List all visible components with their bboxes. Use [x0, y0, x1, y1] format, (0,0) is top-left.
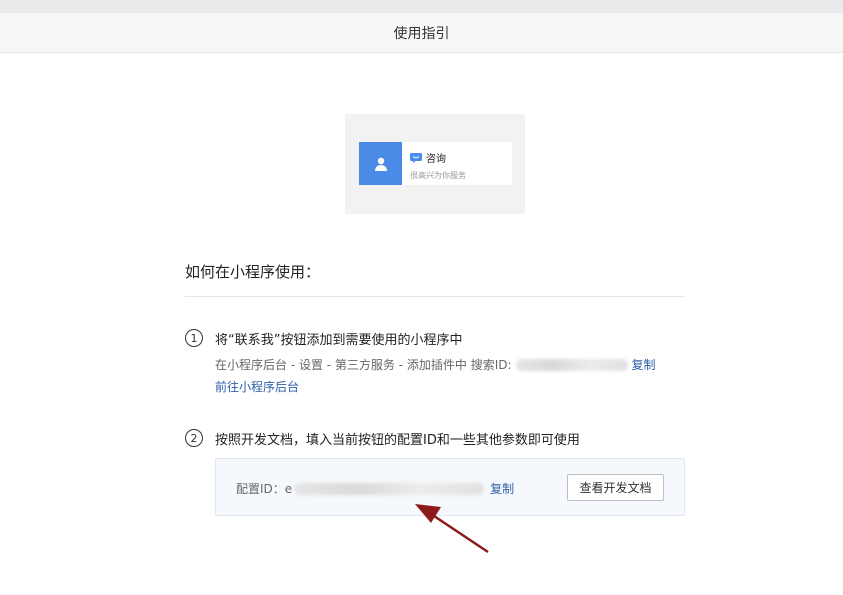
user-icon	[374, 157, 387, 171]
page-header: 使用指引	[0, 13, 843, 53]
step-1-path-text: 在小程序后台 - 设置 - 第三方服务 - 添加插件中 搜索ID:	[215, 358, 512, 372]
config-id-prefix: e	[284, 481, 293, 496]
config-id-line: 配置ID： e 复制	[236, 480, 514, 497]
section-divider	[185, 296, 685, 297]
view-dev-docs-button[interactable]: 查看开发文档	[567, 474, 664, 501]
step-1-title: 将“联系我”按钮添加到需要使用的小程序中	[215, 333, 463, 348]
step-1-path: 在小程序后台 - 设置 - 第三方服务 - 添加插件中 搜索ID: 复制	[215, 356, 656, 373]
redacted-config-id	[294, 482, 485, 495]
preview-title: 咨询	[426, 154, 446, 165]
preview-subtitle: 很高兴为你服务	[410, 171, 466, 180]
copy-plugin-id-link[interactable]: 复制	[632, 356, 656, 373]
button-preview: 咨询 很高兴为你服务	[345, 114, 525, 214]
config-id-label: 配置ID：	[236, 482, 285, 496]
step-2-number: 2	[185, 429, 203, 447]
copy-config-id-link[interactable]: 复制	[490, 480, 514, 497]
avatar	[359, 142, 402, 185]
window-top-strip	[0, 0, 843, 13]
backend-link[interactable]: 前往小程序后台	[215, 378, 299, 395]
page-title: 使用指引	[393, 25, 450, 42]
chat-icon	[410, 152, 422, 163]
section-title: 如何在小程序使用：	[185, 263, 321, 281]
redacted-plugin-id	[515, 358, 628, 371]
step-1-number: 1	[185, 329, 203, 347]
preview-card: 咨询 很高兴为你服务	[359, 142, 512, 185]
step-2-title: 按照开发文档，填入当前按钮的配置ID和一些其他参数即可使用	[215, 433, 580, 448]
config-panel: 配置ID： e 复制 查看开发文档	[215, 458, 685, 516]
